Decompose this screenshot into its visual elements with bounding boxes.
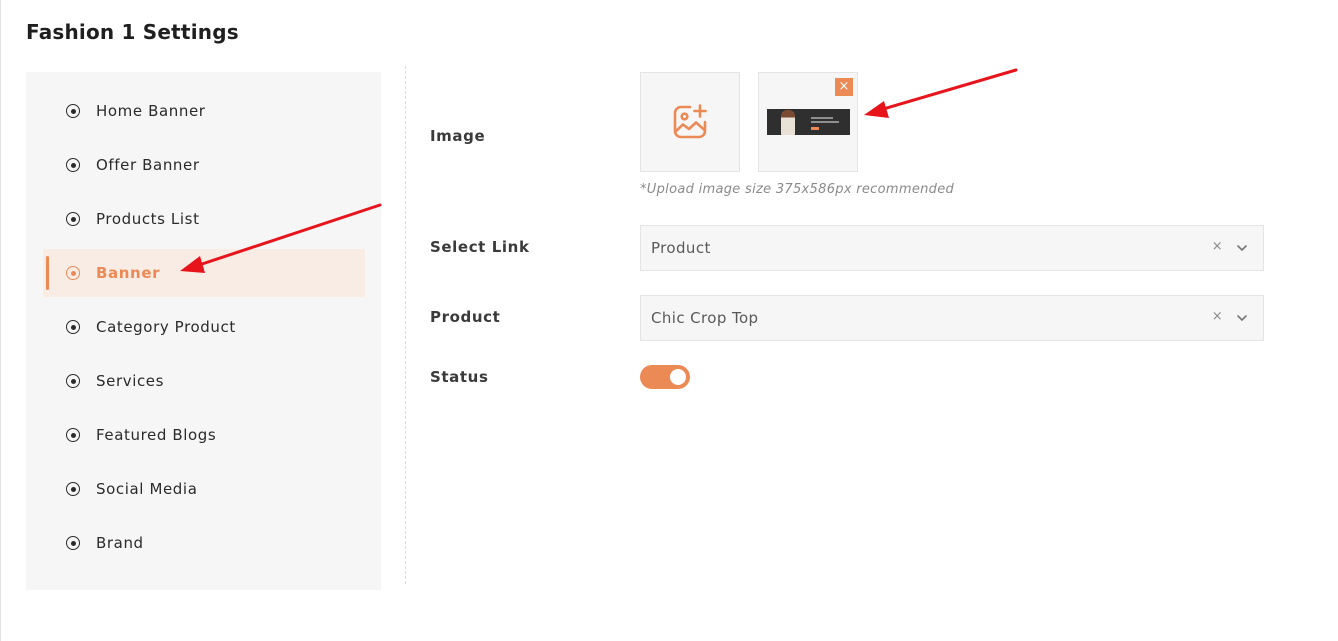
sidebar-item-label: Social Media (96, 480, 198, 498)
product-dropdown[interactable]: Chic Crop Top × (640, 295, 1264, 341)
select-link-dropdown[interactable]: Product × (640, 225, 1264, 271)
radio-icon (66, 482, 80, 496)
image-size-hint: *Upload image size 375x586px recommended (640, 182, 955, 197)
radio-icon (66, 212, 80, 226)
annotation-arrow (864, 68, 1018, 118)
chevron-down-icon[interactable] (1235, 311, 1249, 325)
clear-product-button[interactable]: × (1212, 309, 1223, 324)
radio-icon (66, 536, 80, 550)
radio-icon (66, 320, 80, 334)
product-label: Product (430, 308, 501, 326)
status-label: Status (430, 368, 489, 386)
select-link-label: Select Link (430, 238, 530, 256)
clear-select-link-button[interactable]: × (1212, 239, 1223, 254)
page-title: Fashion 1 Settings (26, 20, 239, 44)
sidebar-item-social-media[interactable]: Social Media (43, 465, 365, 513)
thumbnail-cta (811, 127, 819, 130)
status-toggle[interactable] (640, 365, 690, 389)
radio-icon (66, 428, 80, 442)
image-add-icon (673, 104, 707, 139)
image-preview: × (758, 72, 858, 172)
left-border (0, 0, 1, 641)
sidebar-item-label: Category Product (96, 318, 236, 336)
settings-sidebar: Home Banner Offer Banner Products List B… (26, 72, 381, 590)
sidebar-item-label: Products List (96, 210, 200, 228)
settings-page: Fashion 1 Settings Home Banner Offer Ban… (0, 0, 1338, 641)
sidebar-item-banner[interactable]: Banner (43, 249, 365, 297)
radio-icon (66, 374, 80, 388)
sidebar-item-home-banner[interactable]: Home Banner (43, 87, 365, 135)
radio-icon (66, 158, 80, 172)
sidebar-item-label: Services (96, 372, 165, 390)
sidebar-item-label: Home Banner (96, 102, 206, 120)
sidebar-item-products-list[interactable]: Products List (43, 195, 365, 243)
sidebar-item-services[interactable]: Services (43, 357, 365, 405)
section-divider (405, 66, 406, 584)
toggle-knob (670, 369, 686, 385)
product-value: Chic Crop Top (651, 309, 759, 327)
close-icon: × (838, 79, 850, 94)
model-figure (781, 110, 795, 135)
radio-icon (66, 104, 80, 118)
sidebar-item-featured-blogs[interactable]: Featured Blogs (43, 411, 365, 459)
chevron-down-icon[interactable] (1235, 241, 1249, 255)
sidebar-item-label: Banner (96, 264, 161, 282)
sidebar-item-label: Offer Banner (96, 156, 200, 174)
select-link-value: Product (651, 239, 711, 257)
sidebar-item-category-product[interactable]: Category Product (43, 303, 365, 351)
sidebar-item-brand[interactable]: Brand (43, 519, 365, 567)
image-upload-button[interactable] (640, 72, 740, 172)
remove-image-button[interactable]: × (835, 78, 853, 96)
sidebar-item-label: Brand (96, 534, 144, 552)
radio-icon (66, 266, 80, 280)
banner-thumbnail (767, 109, 850, 135)
image-label: Image (430, 127, 486, 145)
sidebar-item-offer-banner[interactable]: Offer Banner (43, 141, 365, 189)
sidebar-item-label: Featured Blogs (96, 426, 217, 444)
